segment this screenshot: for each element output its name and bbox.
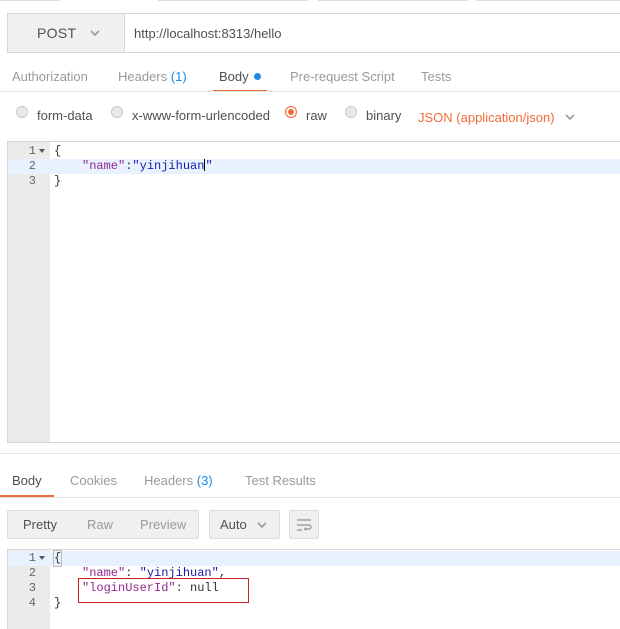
fold-arrow-icon[interactable] — [39, 149, 45, 153]
chevron-down-icon — [564, 114, 575, 121]
code-text: { — [54, 144, 62, 158]
radio-raw[interactable]: raw — [285, 104, 327, 126]
tab-body[interactable]: Body — [213, 66, 267, 92]
method-select[interactable]: POST — [8, 14, 125, 52]
tab-headers[interactable]: Headers (1) — [118, 66, 187, 92]
tab-tests[interactable]: Tests — [421, 66, 451, 92]
line-number: 1 — [28, 144, 36, 158]
tab-response-headers[interactable]: Headers (3) — [144, 469, 213, 497]
radio-label: raw — [306, 107, 327, 123]
modified-dot-icon — [253, 73, 261, 80]
code-line: 1 { — [8, 144, 620, 159]
button-label: Pretty — [23, 517, 57, 532]
code-line: 3 } — [8, 174, 620, 189]
radio-circle[interactable] — [16, 106, 28, 118]
top-tab-strip — [0, 0, 620, 4]
line-number: 4 — [28, 596, 36, 610]
tab-test-results[interactable]: Test Results — [245, 469, 316, 497]
radio-circle[interactable] — [111, 106, 123, 118]
line-number: 3 — [28, 581, 36, 595]
url-input[interactable]: http://localhost:8313/hello — [125, 14, 620, 52]
request-body-editor[interactable]: 1 { 2 "name":"yinjihuan" 3 } — [7, 141, 620, 443]
format-select[interactable]: Auto — [209, 510, 280, 539]
chevron-down-icon — [257, 521, 267, 528]
request-url-bar: POST http://localhost:8313/hello — [7, 13, 620, 53]
line-number: 2 — [28, 159, 36, 173]
tab-label: Headers — [118, 69, 168, 84]
tab-strip-edge — [158, 0, 308, 2]
tab-label: Tests — [421, 69, 452, 84]
fold-arrow-icon[interactable] — [39, 556, 45, 560]
url-value: http://localhost:8313/hello — [134, 25, 282, 41]
code-text: "name":"yinjihuan" — [82, 159, 213, 174]
radio-form-data[interactable]: form-data — [16, 104, 93, 126]
preview-button[interactable]: Preview — [128, 511, 198, 538]
tab-pre-request-script[interactable]: Pre-request Script — [290, 66, 395, 92]
tab-label: Headers — [144, 473, 194, 488]
radio-circle-selected[interactable] — [285, 106, 297, 118]
wrap-lines-icon — [297, 518, 312, 531]
pretty-button[interactable]: Pretty — [8, 511, 74, 538]
json-string: " — [205, 159, 213, 173]
line-number: 1 — [28, 551, 36, 565]
divider — [0, 497, 620, 498]
tab-strip-edge — [476, 0, 620, 2]
radio-circle[interactable] — [345, 106, 357, 118]
format-label: Auto — [220, 517, 247, 532]
tab-label: Authorization — [12, 69, 88, 84]
code-text: { — [52, 550, 63, 567]
wrap-lines-button[interactable] — [289, 510, 319, 539]
chevron-down-icon — [90, 30, 100, 37]
button-label: Preview — [140, 517, 187, 532]
tab-label: Body — [12, 473, 42, 488]
tab-response-body[interactable]: Body — [0, 469, 54, 497]
tab-label: Cookies — [70, 473, 117, 488]
content-type-label: JSON (application/json) — [418, 109, 555, 125]
view-mode-group: Pretty Raw Preview — [7, 510, 199, 539]
radio-label: form-data — [37, 107, 93, 123]
line-number: 2 — [28, 566, 36, 580]
radio-binary[interactable]: binary — [345, 104, 401, 126]
tab-strip-edge — [0, 0, 60, 2]
content-type-select[interactable]: JSON (application/json) — [418, 106, 576, 128]
headers-count: (3) — [196, 473, 213, 488]
radio-label: x-www-form-urlencoded — [132, 107, 270, 123]
line-number: 3 — [28, 174, 36, 188]
tab-label: Test Results — [245, 473, 316, 488]
tab-strip-edge — [318, 0, 468, 2]
code-line-active: 2 "name":"yinjihuan" — [8, 159, 620, 174]
tab-label: Pre-request Script — [290, 69, 395, 84]
response-tabs: Body Cookies Headers (3) Test Results — [0, 469, 620, 497]
body-type-options: form-data x-www-form-urlencoded raw bina… — [0, 104, 620, 126]
divider — [0, 91, 620, 92]
annotation-highlight-box — [78, 578, 249, 603]
raw-button[interactable]: Raw — [74, 511, 128, 538]
code-line-active: 1 { — [8, 550, 620, 567]
radio-urlencoded[interactable]: x-www-form-urlencoded — [111, 104, 270, 126]
json-key: "name" — [82, 159, 126, 173]
divider — [0, 453, 620, 454]
tab-label: Body — [219, 69, 249, 84]
tab-authorization[interactable]: Authorization — [12, 66, 88, 92]
radio-label: binary — [366, 107, 402, 123]
button-label: Raw — [87, 517, 114, 532]
request-tabs: Authorization Headers (1) Body Pre-reque… — [0, 66, 620, 92]
tab-cookies[interactable]: Cookies — [70, 469, 117, 497]
json-string: "yinjihuan — [132, 159, 205, 173]
code-text: } — [54, 174, 62, 188]
method-label: POST — [37, 25, 77, 41]
code-text: } — [54, 596, 62, 610]
headers-count: (1) — [170, 69, 187, 84]
